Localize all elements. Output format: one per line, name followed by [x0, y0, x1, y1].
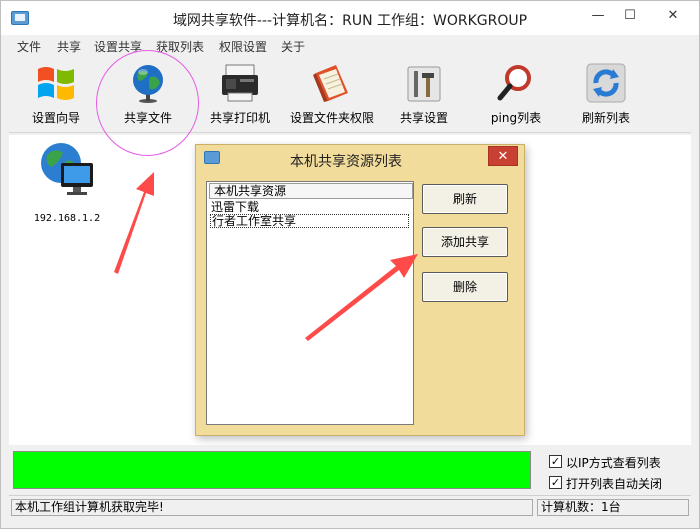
- menu-share-settings[interactable]: 设置共享: [94, 38, 142, 55]
- setup-wizard-button[interactable]: 设置向导: [11, 61, 101, 131]
- share-settings-button[interactable]: 共享设置: [379, 61, 469, 131]
- printer-icon: [222, 64, 258, 102]
- status-message: 本机工作组计算机获取完毕!: [11, 499, 533, 516]
- tool-label: 刷新列表: [581, 111, 630, 125]
- close-button[interactable]: ✕: [655, 7, 691, 25]
- menu-permissions[interactable]: 权限设置: [219, 38, 267, 55]
- menu-share[interactable]: 共享: [57, 38, 81, 55]
- title-bar: 域网共享软件---计算机名：RUN 工作组：WORKGROUP — ☐ ✕: [1, 1, 699, 35]
- dialog-close-button[interactable]: ✕: [488, 146, 518, 166]
- globe-icon: [133, 65, 163, 103]
- tool-label: 共享文件: [123, 111, 172, 125]
- toolbar: 设置向导 共享文件 共享打印机 设置文件夹权限 共享设置 ping列表 刷新列表: [9, 57, 691, 133]
- main-window: 域网共享软件---计算机名：RUN 工作组：WORKGROUP — ☐ ✕ 文件…: [0, 0, 700, 529]
- share-files-button[interactable]: 共享文件: [103, 61, 193, 131]
- list-item[interactable]: 行者工作室共享: [210, 214, 409, 228]
- share-resource-dialog: 本机共享资源列表 ✕ 本机共享资源 迅雷下载 行者工作室共享 刷新 添加共享 删…: [195, 144, 525, 436]
- view-by-ip-checkbox[interactable]: ✓: [549, 455, 562, 468]
- dialog-title: 本机共享资源列表: [290, 154, 402, 170]
- tool-label: 设置文件夹权限: [289, 111, 374, 125]
- tool-label: 设置向导: [31, 111, 80, 125]
- tool-label: ping列表: [490, 111, 542, 125]
- refresh-list-button[interactable]: 刷新列表: [561, 61, 651, 131]
- delete-button[interactable]: 删除: [422, 272, 508, 302]
- computer-item[interactable]: 192.168.1.2: [27, 141, 107, 231]
- refresh-icon: [586, 63, 626, 103]
- status-bar: 本机工作组计算机获取完毕! 计算机数：1台: [9, 495, 691, 517]
- magnifier-icon: [497, 65, 531, 101]
- auto-close-label: 打开列表自动关闭: [566, 477, 663, 491]
- view-by-ip-label: 以IP方式查看列表: [566, 456, 661, 470]
- minimize-button[interactable]: —: [587, 7, 609, 25]
- ping-list-button[interactable]: ping列表: [471, 61, 561, 131]
- share-resource-list[interactable]: 本机共享资源 迅雷下载 行者工作室共享: [206, 181, 414, 425]
- tool-label: 共享设置: [399, 111, 448, 125]
- add-share-button[interactable]: 添加共享: [422, 227, 508, 257]
- menu-get-list[interactable]: 获取列表: [156, 38, 204, 55]
- network-computer-icon: [41, 143, 93, 195]
- menu-bar: 文件 共享 设置共享 获取列表 权限设置 关于: [1, 35, 699, 57]
- list-item[interactable]: 迅雷下载: [210, 201, 409, 215]
- progress-bar: [13, 451, 531, 489]
- menu-about[interactable]: 关于: [281, 38, 305, 55]
- tool-label: 共享打印机: [209, 111, 270, 125]
- list-column-header[interactable]: 本机共享资源: [209, 183, 409, 199]
- computer-label: 192.168.1.2: [33, 213, 101, 224]
- computer-count: 计算机数：1台: [537, 499, 689, 516]
- maximize-button[interactable]: ☐: [619, 7, 641, 25]
- auto-close-checkbox[interactable]: ✓: [549, 476, 562, 489]
- menu-file[interactable]: 文件: [17, 38, 41, 55]
- windows-logo-icon: [38, 67, 74, 100]
- share-printer-button[interactable]: 共享打印机: [195, 61, 285, 131]
- refresh-button[interactable]: 刷新: [422, 184, 508, 214]
- folder-permission-icon: [313, 65, 348, 102]
- list-header-separator: [407, 183, 413, 199]
- folder-permission-button[interactable]: 设置文件夹权限: [287, 61, 377, 131]
- tools-icon: [407, 66, 441, 102]
